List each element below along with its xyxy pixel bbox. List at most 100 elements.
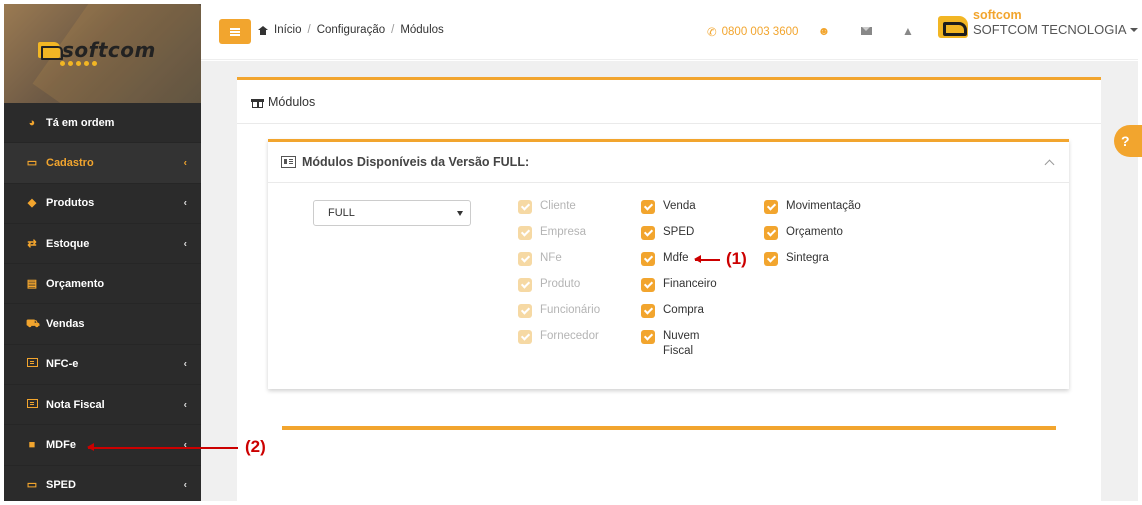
mail-icon[interactable] xyxy=(857,24,875,38)
document-icon: ▤ xyxy=(26,277,38,290)
sidebar-item-nota-fiscal[interactable]: Nota Fiscal ‹ xyxy=(4,385,201,426)
check-icon xyxy=(641,330,655,344)
caret-down-icon xyxy=(457,211,463,216)
bell-icon[interactable]: ▲ xyxy=(899,24,917,38)
sidebar-item-label: MDFe xyxy=(46,439,76,452)
caret-down-icon xyxy=(1129,28,1138,32)
module-checkbox-funcionario: Funcionário xyxy=(518,303,600,329)
sidebar-item-label: Tá em ordem xyxy=(46,116,115,129)
module-checkbox-venda[interactable]: Venda xyxy=(641,199,717,225)
newspaper-icon xyxy=(26,398,38,411)
sidebar-item-estoque[interactable]: ⇄ Estoque ‹ xyxy=(4,224,201,265)
check-icon xyxy=(641,278,655,292)
module-checkbox-fornecedor: Fornecedor xyxy=(518,329,600,355)
user-company: SOFTCOM TECNOLOGIA xyxy=(973,22,1138,38)
check-icon xyxy=(641,304,655,318)
cart-icon: ⛟ xyxy=(26,318,40,331)
folder-open-icon: ▭ xyxy=(26,156,38,169)
sidebar-item-label: Orçamento xyxy=(46,277,105,290)
module-checkbox-sintegra[interactable]: Sintegra xyxy=(764,251,861,277)
pie-chart-icon: ◕ xyxy=(28,116,36,129)
chevron-left-icon: ‹ xyxy=(183,197,187,209)
chevron-left-icon: ‹ xyxy=(183,358,187,370)
sidebar-item-ta-em-ordem[interactable]: ◕ Tá em ordem xyxy=(4,103,201,144)
breadcrumb-modulos: Módulos xyxy=(400,24,444,36)
module-checkbox-mdfe[interactable]: Mdfe xyxy=(641,251,717,277)
support-chat-icon[interactable]: ☻ xyxy=(815,24,833,38)
sidebar-item-orcamento[interactable]: ▤ Orçamento xyxy=(4,264,201,305)
breadcrumb-inicio[interactable]: Início xyxy=(274,24,302,36)
check-icon xyxy=(641,226,655,240)
check-icon xyxy=(641,200,655,214)
exchange-icon: ⇄ xyxy=(27,237,37,250)
sidebar-item-mdfe[interactable]: ■ MDFe ‹ xyxy=(4,425,201,466)
chevron-left-icon: ‹ xyxy=(183,479,187,491)
phone-contact[interactable]: ✆ 0800 003 3600 xyxy=(707,25,798,39)
check-icon xyxy=(518,304,532,318)
modules-column-2: Venda SPED Mdfe Financeiro Compra Nuvem … xyxy=(641,199,717,369)
home-icon xyxy=(258,25,268,35)
collapse-button[interactable] xyxy=(1045,158,1055,168)
check-icon xyxy=(518,252,532,266)
module-checkbox-sped[interactable]: SPED xyxy=(641,225,717,251)
header-actions: ☻ ▲ xyxy=(815,24,917,38)
breadcrumb-separator: / xyxy=(307,24,311,36)
module-checkbox-orcamento[interactable]: Orçamento xyxy=(764,225,861,251)
sidebar-menu: ◕ Tá em ordem ▭ Cadastro ‹ ◆ Produtos ‹ … xyxy=(4,103,201,501)
check-icon xyxy=(764,226,778,240)
sidebar: softcom ◕ Tá em ordem ▭ Cadastro ‹ ◆ Pro… xyxy=(4,4,201,501)
module-checkbox-cliente: Cliente xyxy=(518,199,600,225)
chevron-left-icon: ‹ xyxy=(183,238,187,250)
phone-number: 0800 003 3600 xyxy=(721,26,799,38)
sidebar-item-nfce[interactable]: NFC-e ‹ xyxy=(4,345,201,386)
module-checkbox-nuvem-fiscal[interactable]: Nuvem Fiscal xyxy=(641,329,717,369)
logo-text: softcom xyxy=(62,38,156,62)
module-checkbox-nfe: NFe xyxy=(518,251,600,277)
user-brand: softcom xyxy=(973,8,1022,22)
breadcrumb: Início / Configuração / Módulos xyxy=(258,24,444,36)
module-checkbox-compra[interactable]: Compra xyxy=(641,303,717,329)
modules-column-1: Cliente Empresa NFe Produto Funcionário … xyxy=(518,199,600,355)
chevron-left-icon: ‹ xyxy=(183,157,187,169)
sidebar-item-label: NFC-e xyxy=(46,358,79,371)
truck-icon: ■ xyxy=(28,439,36,452)
gift-icon xyxy=(251,96,264,108)
company-logo-icon xyxy=(938,12,970,42)
menu-toggle-button[interactable] xyxy=(219,19,251,44)
panel-header: Módulos Disponíveis da Versão FULL: xyxy=(268,142,1069,183)
folder-open-icon: ▭ xyxy=(26,479,38,492)
version-select[interactable]: FULL xyxy=(313,200,471,226)
module-checkbox-movimentacao[interactable]: Movimentação xyxy=(764,199,861,225)
sidebar-item-label: Nota Fiscal xyxy=(46,398,105,411)
newspaper-icon xyxy=(281,156,296,168)
annotation-label-2: (2) xyxy=(245,437,266,456)
hamburger-icon xyxy=(230,30,240,33)
logo-dots xyxy=(60,61,97,66)
sidebar-logo[interactable]: softcom xyxy=(4,4,201,103)
sidebar-item-produtos[interactable]: ◆ Produtos ‹ xyxy=(4,184,201,224)
main-content: Módulos Módulos Disponíveis da Versão FU… xyxy=(201,61,1138,505)
phone-icon: ✆ xyxy=(707,27,717,39)
module-checkbox-financeiro[interactable]: Financeiro xyxy=(641,277,717,303)
card-header: Módulos xyxy=(237,80,1101,124)
newspaper-icon xyxy=(26,358,38,370)
user-menu[interactable]: softcom SOFTCOM TECNOLOGIA xyxy=(938,8,1138,42)
tag-icon: ◆ xyxy=(27,197,37,210)
sidebar-item-label: Vendas xyxy=(46,318,85,331)
sidebar-item-label: Produtos xyxy=(46,197,95,210)
breadcrumb-configuracao[interactable]: Configuração xyxy=(317,24,385,36)
check-icon xyxy=(518,278,532,292)
sidebar-item-vendas[interactable]: ⛟ Vendas xyxy=(4,304,201,345)
check-icon xyxy=(764,252,778,266)
chevron-left-icon: ‹ xyxy=(183,439,187,451)
sidebar-item-cadastro[interactable]: ▭ Cadastro ‹ xyxy=(4,143,201,184)
check-icon xyxy=(764,200,778,214)
module-checkbox-empresa: Empresa xyxy=(518,225,600,251)
help-button[interactable]: ? xyxy=(1114,125,1142,157)
module-checkbox-produto: Produto xyxy=(518,277,600,303)
sidebar-item-label: Estoque xyxy=(46,237,90,250)
check-icon xyxy=(518,330,532,344)
sidebar-item-sped[interactable]: ▭ SPED ‹ xyxy=(4,466,201,501)
annotation-arrow-2 xyxy=(87,443,238,451)
check-icon xyxy=(518,226,532,240)
